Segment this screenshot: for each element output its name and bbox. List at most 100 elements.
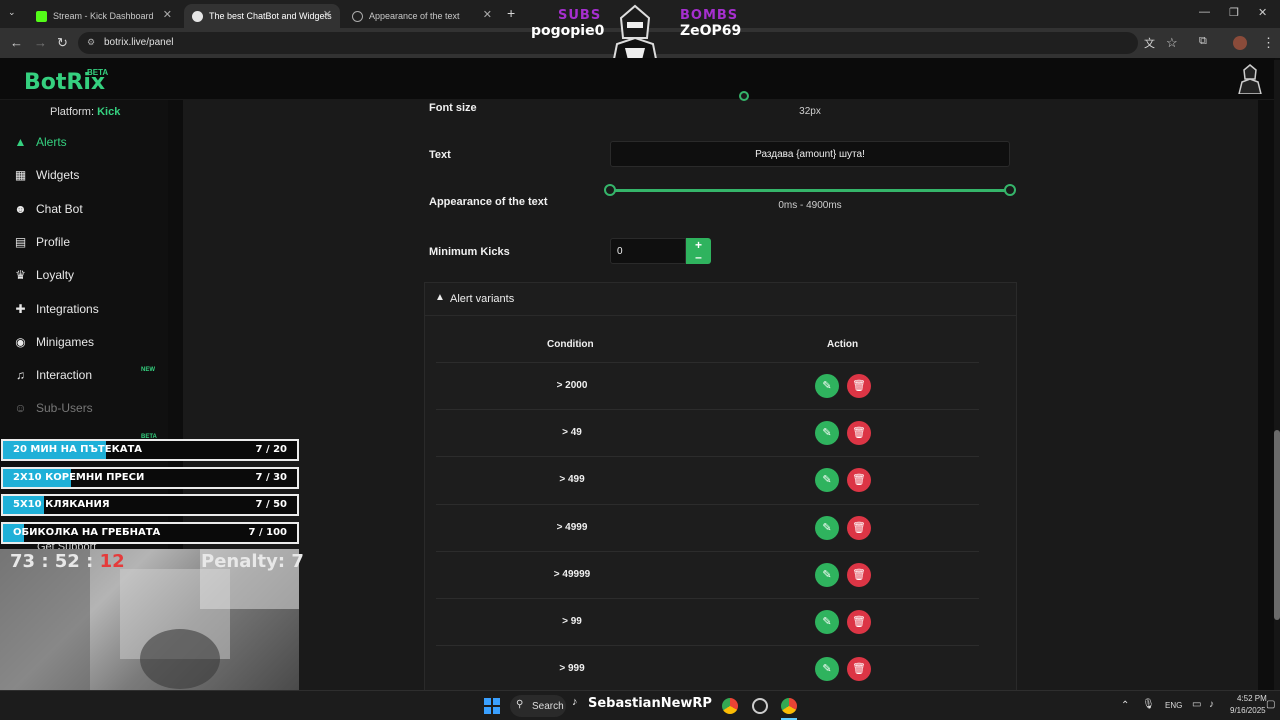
font-size-slider-knob[interactable] <box>739 91 749 101</box>
forward-icon[interactable]: → <box>34 35 47 50</box>
edit-button[interactable]: ✎ <box>815 421 839 446</box>
trash-icon: 🗑 <box>852 663 866 676</box>
close-icon[interactable]: ✕ <box>163 8 172 21</box>
font-size-label: Font size <box>429 102 477 114</box>
user-avatar[interactable] <box>1236 64 1264 94</box>
edit-button[interactable]: ✎ <box>815 374 839 398</box>
range-start-handle[interactable] <box>604 184 616 196</box>
stream-goal-bar: 20 МИН НА ПЪТЕКАТА 7 / 20 <box>1 439 299 461</box>
sidebar-item-loyalty[interactable]: ♛ Loyalty <box>14 265 74 285</box>
sidebar-item-profile[interactable]: ▤ Profile <box>14 232 70 252</box>
window-close-icon[interactable]: ✕ <box>1258 6 1267 19</box>
overlay-subs-title: SUBS <box>558 8 602 23</box>
delete-button[interactable]: 🗑 <box>847 657 871 682</box>
browser-menu-icon[interactable]: ⋮ <box>1262 35 1275 51</box>
delete-button[interactable]: 🗑 <box>847 515 871 540</box>
pencil-icon: ✎ <box>822 616 832 628</box>
microphone-icon[interactable]: 🎙 <box>1142 699 1155 710</box>
site-info-icon[interactable]: ⚙ <box>87 37 95 48</box>
delete-button[interactable]: 🗑 <box>847 610 871 634</box>
trash-icon: 🗑 <box>852 380 866 392</box>
translate-icon[interactable]: 文 <box>1144 35 1155 51</box>
reload-icon[interactable]: ↻ <box>57 35 68 51</box>
minimum-kicks-input[interactable]: 0 <box>610 238 686 264</box>
edit-button[interactable]: ✎ <box>815 562 839 587</box>
overlay-subs-name: pogopie0 <box>531 23 605 39</box>
page-scrollbar[interactable] <box>1274 60 1280 690</box>
timer-seconds: 12 <box>99 551 125 572</box>
table-row: > 99 ✎ 🗑 <box>436 598 979 645</box>
sidebar-item-widgets[interactable]: ▦ Widgets <box>14 165 80 185</box>
pencil-icon: ✎ <box>822 521 832 534</box>
taskbar-search[interactable]: ⚲ Search <box>510 695 566 717</box>
stream-goal-bar: 5X10 КЛЯКАНИЯ 7 / 50 <box>1 494 299 516</box>
delete-button[interactable]: 🗑 <box>847 562 871 587</box>
sidebar-item-chat-bot[interactable]: ☻ Chat Bot <box>14 199 83 219</box>
restore-icon[interactable]: ❐ <box>1229 6 1239 19</box>
edit-button[interactable]: ✎ <box>815 468 839 493</box>
close-icon[interactable]: ✕ <box>483 8 492 21</box>
bookmark-star-icon[interactable]: ☆ <box>1166 35 1178 51</box>
chevron-up-icon[interactable]: ▲ <box>435 292 445 303</box>
condition-cell: > 999 <box>559 663 585 675</box>
notifications-icon[interactable]: ▢ <box>1266 699 1275 710</box>
close-icon[interactable]: ✕ <box>323 8 332 21</box>
volume-icon[interactable]: ♪ <box>1209 699 1214 710</box>
edit-button[interactable]: ✎ <box>815 657 839 682</box>
sidebar-item-alerts[interactable]: ▲ Alerts <box>14 132 67 152</box>
sidebar-item-sub-users[interactable]: ☺ Sub-Users <box>14 398 93 418</box>
chrome-taskbar-icon[interactable] <box>722 698 738 714</box>
tab-search-icon[interactable]: ⌄ <box>8 7 16 18</box>
sidebar-item-integrations[interactable]: ✚ Integrations <box>14 299 98 319</box>
text-label: Text <box>429 149 451 161</box>
sidebar-item-interaction[interactable]: ♫ Interaction <box>14 365 92 385</box>
chrome-active-taskbar-icon[interactable] <box>781 698 797 714</box>
trash-icon: 🗑 <box>852 616 866 628</box>
sidebar-item-label: Widgets <box>36 168 80 183</box>
app-header: BotRix BETA <box>0 58 1275 100</box>
clock-date[interactable]: 9/16/2025 <box>1230 706 1266 715</box>
profile-avatar[interactable] <box>1233 36 1247 50</box>
table-row: > 999 ✎ 🗑 <box>436 645 979 692</box>
delete-button[interactable]: 🗑 <box>847 468 871 493</box>
windows-start-icon[interactable] <box>484 698 500 714</box>
alert-text-input[interactable]: Раздава {amount} шута! <box>610 141 1010 167</box>
condition-cell: > 2000 <box>556 380 588 391</box>
decrement-button[interactable]: – <box>686 251 711 263</box>
table-row: > 499 ✎ 🗑 <box>436 456 979 503</box>
sidebar-item-minigames[interactable]: ◉ Minigames <box>14 332 94 352</box>
sidebar-item-label: Interaction <box>36 368 93 383</box>
scrollbar-thumb[interactable] <box>1274 430 1280 620</box>
clock-time[interactable]: 4:52 PM <box>1237 694 1267 703</box>
network-icon[interactable]: ▭ <box>1192 699 1201 710</box>
app-taskbar-icon[interactable] <box>752 698 768 714</box>
penalty-counter: Penalty: 7 <box>201 551 304 572</box>
tray-chevron-icon[interactable]: ⌃ <box>1121 700 1129 711</box>
sidebar-item-label: Sub-Users <box>36 401 93 416</box>
minimize-icon[interactable]: — <box>1199 6 1210 18</box>
tab-appearance[interactable]: Appearance of the text ✕ <box>344 4 500 28</box>
appearance-range-slider[interactable] <box>610 189 1010 192</box>
quantity-stepper[interactable]: + – <box>686 238 711 264</box>
delete-button[interactable]: 🗑 <box>847 374 871 398</box>
trophy-icon: ♛ <box>15 268 26 283</box>
tab-botrix[interactable]: The best ChatBot and Widgets ✕ <box>184 4 340 28</box>
goal-count: 7 / 100 <box>248 526 287 538</box>
pencil-icon: ✎ <box>822 427 832 440</box>
platform-indicator: Platform: Kick <box>50 106 120 118</box>
new-tab-button[interactable]: + <box>507 5 515 21</box>
delete-button[interactable]: 🗑 <box>847 421 871 446</box>
table-row: > 49 ✎ 🗑 <box>436 409 979 456</box>
edit-button[interactable]: ✎ <box>815 610 839 634</box>
back-icon[interactable]: ← <box>10 35 23 50</box>
alert-variants-header[interactable]: ▲ Alert variants <box>425 283 1016 316</box>
extensions-icon[interactable]: ⧉ <box>1199 35 1207 48</box>
condition-cell: > 99 <box>562 616 582 627</box>
tab-kick-dashboard[interactable]: Stream - Kick Dashboard ✕ <box>28 4 180 28</box>
edit-button[interactable]: ✎ <box>815 515 839 540</box>
globe-icon <box>352 10 363 22</box>
language-indicator[interactable]: ENG <box>1165 701 1182 710</box>
stream-timer: 73 : 52 : 12 <box>10 551 125 572</box>
music-icon: ♫ <box>16 368 25 383</box>
range-end-handle[interactable] <box>1004 184 1016 196</box>
